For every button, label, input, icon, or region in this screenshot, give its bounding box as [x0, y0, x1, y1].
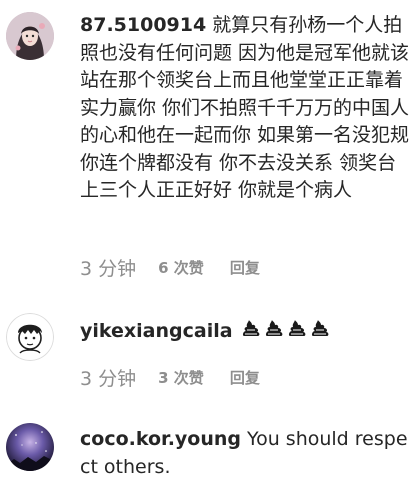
reply-button[interactable]: 回复 — [230, 257, 260, 278]
comment-text: 就算只有孙杨一个人拍照也没有任何问题 因为他是冠军他就该站在那个领奖台上而且他堂… — [80, 14, 410, 201]
comment-body: coco.kor.young You should respect others. — [80, 426, 410, 481]
comment-timestamp: 3 分钟 — [80, 257, 137, 280]
poop-icon — [310, 318, 330, 346]
poop-icon — [241, 318, 261, 346]
comment-username[interactable]: yikexiangcaila — [80, 320, 233, 342]
comment-username[interactable]: coco.kor.young — [80, 428, 241, 450]
comment-like-count[interactable]: 3 次赞 — [158, 367, 204, 388]
anime-girl-avatar-icon[interactable] — [6, 12, 54, 60]
cartoon-boy-avatar-icon[interactable] — [6, 313, 54, 361]
galaxy-avatar-icon[interactable] — [6, 423, 54, 471]
comment-body: yikexiangcaila — [80, 318, 410, 346]
comment-emoji-row — [241, 318, 333, 346]
comment-like-count[interactable]: 6 次赞 — [158, 257, 204, 278]
comment-username[interactable]: 87.5100914 — [80, 14, 206, 36]
comment-body: 87.5100914 就算只有孙杨一个人拍照也没有任何问题 因为他是冠军他就该站在… — [80, 12, 410, 205]
poop-icon — [264, 318, 284, 346]
poop-icon — [287, 318, 307, 346]
reply-button[interactable]: 回复 — [230, 367, 260, 388]
comment-meta: 3 分钟 6 次赞 回复 — [80, 254, 286, 280]
comment-timestamp: 3 分钟 — [80, 367, 137, 390]
comment-meta: 3 分钟 3 次赞 回复 — [80, 364, 286, 390]
